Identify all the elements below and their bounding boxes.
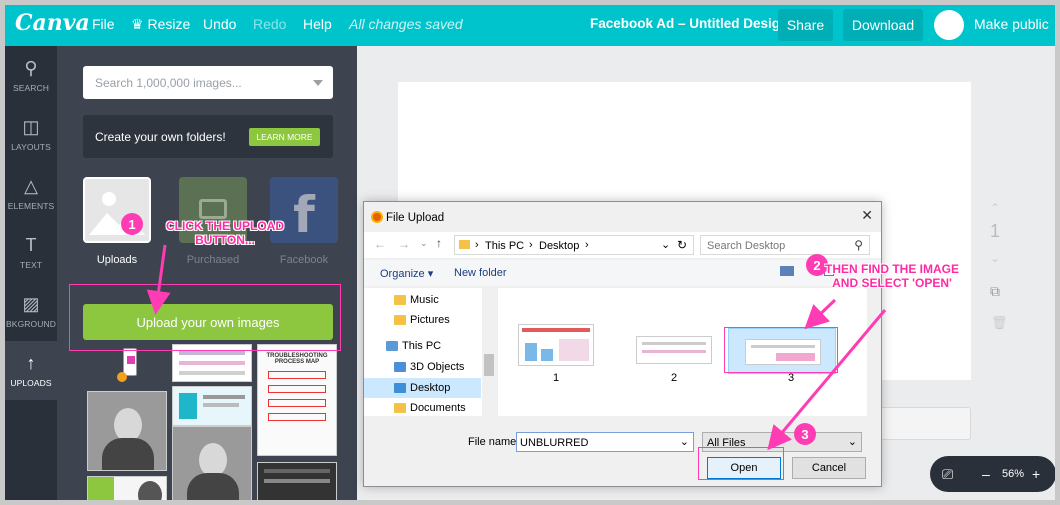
step-badge-1: 1 <box>121 213 143 235</box>
step-1-instruction: CLICK THE UPLOAD BUTTON... <box>166 219 284 247</box>
annotation-arrow-3 <box>767 309 887 451</box>
step-badge-3: 3 <box>794 423 816 445</box>
annotation-arrow-1 <box>146 244 171 315</box>
annotation-arrow-2 <box>804 298 837 330</box>
annotation-arrows <box>146 244 887 451</box>
step-2-instruction: THEN FIND THE IMAGE AND SELECT 'OPEN' <box>825 262 959 290</box>
app-frame: Canva File ♛ Resize Undo Redo Help All c… <box>0 0 1060 505</box>
